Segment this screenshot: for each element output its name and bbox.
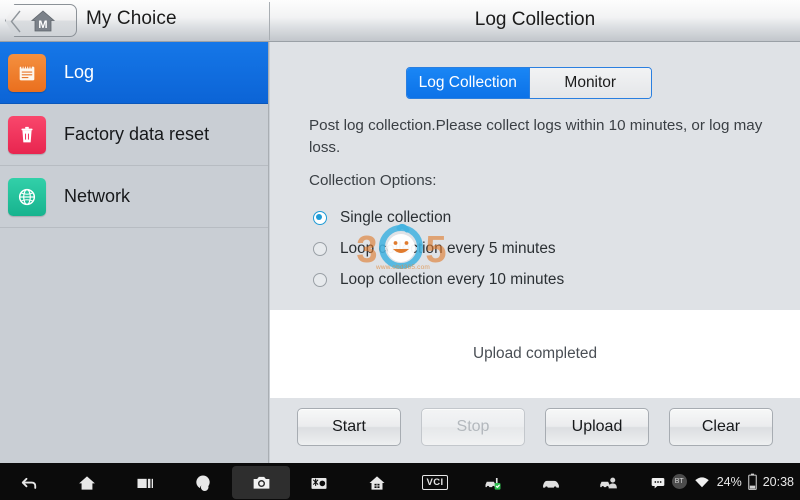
radio-button[interactable] <box>313 241 327 256</box>
message-bubble-icon[interactable] <box>650 474 666 490</box>
assist-circle-icon[interactable] <box>174 466 232 499</box>
main-content: Log Collection Monitor Post log collecti… <box>270 42 800 463</box>
option-loop-10-minutes[interactable]: Loop collection every 10 minutes <box>313 264 753 295</box>
app-title: My Choice <box>86 8 177 29</box>
home-m-icon: M <box>30 9 56 34</box>
svg-text:M: M <box>38 19 47 31</box>
sidebar-item-factory-data-reset[interactable]: Factory data reset <box>0 104 268 166</box>
sidebar-item-label: Log <box>64 62 95 82</box>
sidebar-item-label: Factory data reset <box>64 124 210 144</box>
option-loop-5-minutes[interactable]: Loop collection every 5 minutes <box>313 233 753 264</box>
vci-label: VCI <box>422 475 448 490</box>
screenshot-edit-icon[interactable] <box>290 466 348 499</box>
clock: 20:38 <box>762 474 794 489</box>
trash-icon <box>8 115 46 154</box>
battery-icon <box>747 473 757 490</box>
house-grid-icon[interactable] <box>348 466 406 499</box>
sidebar-item-log[interactable]: Log <box>0 42 268 104</box>
upload-button[interactable]: Upload <box>545 408 649 446</box>
sidebar-item-network[interactable]: Network <box>0 166 268 228</box>
back-arrow-icon <box>10 10 21 33</box>
clear-button[interactable]: Clear <box>669 408 773 446</box>
sidebar: Log Factory data reset Network <box>0 42 269 500</box>
tablet-screen: M My Choice Log Collection Log Factory d… <box>0 0 800 500</box>
start-button[interactable]: Start <box>297 408 401 446</box>
radio-button[interactable] <box>313 272 327 287</box>
bt-label: BT <box>674 478 684 485</box>
tab-log-collection[interactable]: Log Collection <box>407 68 529 98</box>
tab-monitor[interactable]: Monitor <box>529 68 651 98</box>
option-label: Loop collection every 10 minutes <box>340 270 565 288</box>
wifi-icon[interactable] <box>693 475 711 489</box>
car-icon[interactable] <box>522 466 580 499</box>
action-button-row: Start Stop Upload Clear <box>270 408 800 446</box>
description-text: Post log collection.Please collect logs … <box>309 117 763 156</box>
home-back-button[interactable]: M <box>5 4 77 37</box>
sidebar-empty-area <box>0 228 268 500</box>
battery-percent: 24% <box>716 474 742 489</box>
option-label: Loop collection every 5 minutes <box>340 239 556 257</box>
tab-group: Log Collection Monitor <box>406 67 652 99</box>
back-icon[interactable] <box>0 466 58 499</box>
options-heading: Collection Options: <box>309 172 437 189</box>
bluetooth-icon[interactable]: BT <box>671 474 687 489</box>
title-bar: M My Choice Log Collection <box>0 0 800 42</box>
sidebar-item-label: Network <box>64 186 131 206</box>
status-tray: BT 24% 20:38 <box>650 463 794 500</box>
home-icon[interactable] <box>58 466 116 499</box>
page-title: Log Collection <box>474 9 596 30</box>
recents-icon[interactable] <box>116 466 174 499</box>
nav-icon-group: VCI <box>0 463 638 500</box>
car-person-icon[interactable] <box>580 466 638 499</box>
camera-icon[interactable] <box>232 466 290 499</box>
vci-car-connected-icon[interactable] <box>464 466 522 499</box>
system-navigation-bar: VCI BT 24% 20:38 <box>0 463 800 500</box>
notepad-icon <box>8 53 46 92</box>
option-label: Single collection <box>340 208 452 226</box>
option-single-collection[interactable]: Single collection <box>313 202 753 233</box>
stop-button: Stop <box>421 408 525 446</box>
collection-options: Single collection Loop collection every … <box>313 202 753 295</box>
status-message: Upload completed <box>472 345 598 362</box>
status-panel: Upload completed <box>270 310 800 398</box>
radio-button[interactable] <box>313 210 327 225</box>
vci-icon[interactable]: VCI <box>406 466 464 499</box>
globe-icon <box>8 177 46 216</box>
